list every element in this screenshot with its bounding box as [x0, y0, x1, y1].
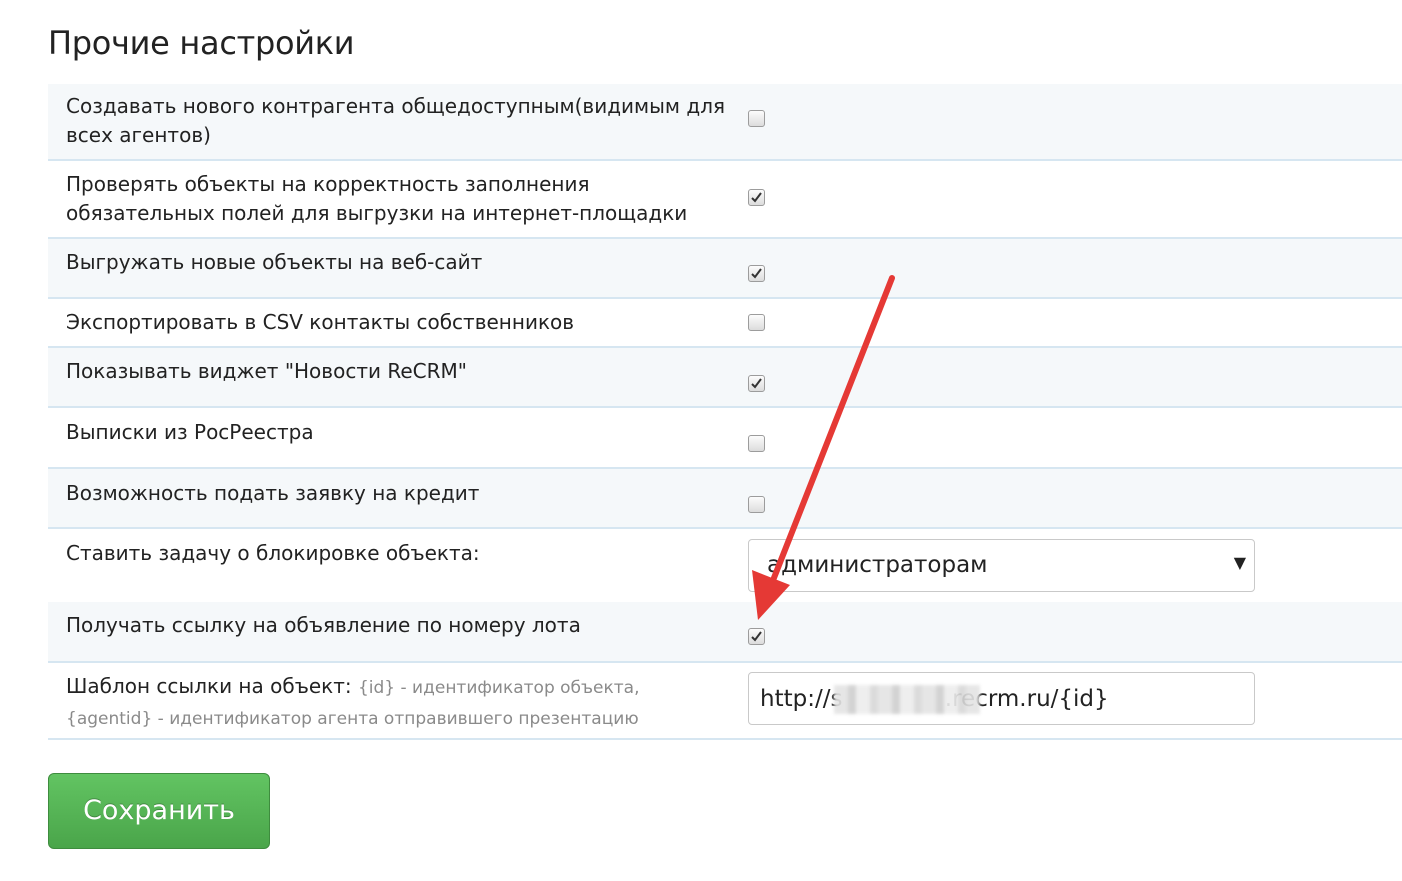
- link-template-input[interactable]: [748, 672, 1255, 725]
- export-website-checkbox[interactable]: [748, 265, 765, 282]
- block-task-select[interactable]: администраторам ▼: [748, 539, 1255, 592]
- select-value: администраторам: [767, 552, 988, 578]
- setting-label: Проверять объекты на корректность заполн…: [66, 172, 688, 225]
- setting-label: Выписки из РосРеестра: [66, 420, 314, 444]
- lot-link-checkbox[interactable]: [748, 628, 765, 645]
- setting-label: Экспортировать в CSV контакты собственни…: [66, 310, 575, 334]
- chevron-down-icon: ▼: [1233, 553, 1246, 572]
- news-widget-checkbox[interactable]: [748, 375, 765, 392]
- setting-label: Ставить задачу о блокировке объекта:: [66, 541, 480, 565]
- setting-label: Показывать виджет "Новости ReCRM": [66, 359, 467, 383]
- setting-row-block-task: Ставить задачу о блокировке объекта: адм…: [48, 529, 1402, 602]
- setting-row-credit-request: Возможность подать заявку на кредит: [48, 469, 1402, 529]
- setting-row-rosreestr: Выписки из РосРеестра: [48, 408, 1402, 469]
- credit-request-checkbox[interactable]: [748, 496, 765, 513]
- checkmark-icon: [751, 192, 762, 203]
- setting-label: Создавать нового контрагента общедоступн…: [66, 94, 726, 147]
- setting-row-validate-objects: Проверять объекты на корректность заполн…: [48, 161, 1402, 239]
- setting-row-export-csv: Экспортировать в CSV контакты собственни…: [48, 299, 1402, 348]
- redacted-blur: [834, 685, 980, 714]
- save-button[interactable]: Сохранить: [48, 773, 270, 849]
- setting-row-link-template: Шаблон ссылки на объект: {id} - идентифи…: [48, 663, 1402, 740]
- rosreestr-checkbox[interactable]: [748, 435, 765, 452]
- export-csv-checkbox[interactable]: [748, 314, 765, 331]
- setting-row-public-counterparty: Создавать нового контрагента общедоступн…: [48, 84, 1402, 161]
- setting-label: Выгружать новые объекты на веб-сайт: [66, 250, 483, 274]
- checkmark-icon: [751, 378, 762, 389]
- setting-label: Шаблон ссылки на объект: {id} - идентифи…: [66, 672, 726, 734]
- checkmark-icon: [751, 631, 762, 642]
- setting-row-lot-link: Получать ссылку на объявление по номеру …: [48, 602, 1402, 663]
- setting-row-news-widget: Показывать виджет "Новости ReCRM": [48, 348, 1402, 408]
- checkmark-icon: [751, 268, 762, 279]
- public-counterparty-checkbox[interactable]: [748, 110, 765, 127]
- settings-table: Создавать нового контрагента общедоступн…: [48, 84, 1402, 740]
- settings-page: Прочие настройки Создавать нового контра…: [0, 0, 1402, 881]
- page-title: Прочие настройки: [48, 24, 355, 62]
- setting-label: Получать ссылку на объявление по номеру …: [66, 613, 581, 637]
- validate-objects-checkbox[interactable]: [748, 189, 765, 206]
- link-template-label: Шаблон ссылки на объект:: [66, 674, 352, 698]
- setting-label: Возможность подать заявку на кредит: [66, 481, 480, 505]
- setting-row-export-website: Выгружать новые объекты на веб-сайт: [48, 239, 1402, 299]
